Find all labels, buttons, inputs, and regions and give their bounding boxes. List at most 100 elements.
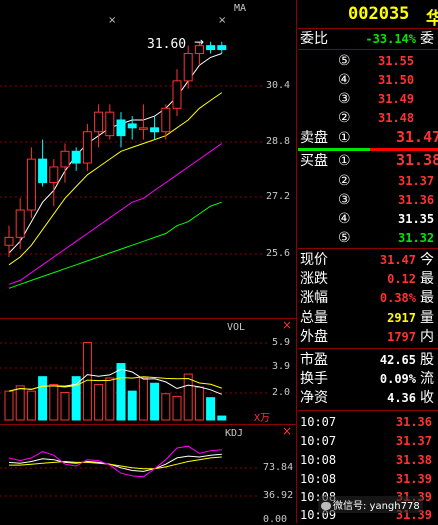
candle-body — [94, 111, 104, 133]
candle-body — [71, 150, 81, 164]
buy-price[interactable]: 31.36 — [398, 191, 438, 209]
volume-bar — [150, 382, 160, 421]
volume-bar — [116, 363, 126, 421]
volume-bar — [94, 384, 104, 421]
stat-value: 4.36 — [387, 391, 416, 405]
volume-bar — [26, 390, 36, 421]
price-axis-tick: 28.8 — [266, 136, 291, 147]
level-index: ③ — [338, 91, 351, 107]
close-icon[interactable]: × — [108, 15, 116, 26]
stat-value: 1797 — [387, 330, 416, 344]
volume-bar — [105, 377, 115, 421]
volume-bar — [38, 376, 48, 421]
vol-axis-tick: 5.9 — [272, 337, 291, 348]
sell-price[interactable]: 31.55 — [378, 52, 438, 70]
close-icon[interactable]: × — [282, 424, 292, 438]
candle-body — [60, 150, 70, 168]
sell-price[interactable]: 31.48 — [378, 109, 438, 127]
candle-body — [4, 236, 14, 246]
buy-price[interactable]: 31.37 — [398, 172, 438, 190]
stat-cut: 最 — [420, 290, 434, 306]
webi-label: 委比 — [300, 31, 328, 47]
sell-price[interactable]: 31.50 — [378, 71, 438, 89]
candle-body — [105, 111, 115, 137]
buy-price[interactable]: 31.32 — [398, 229, 438, 247]
kdj-axis-tick: 0.00 — [263, 514, 288, 525]
level-index: ② — [338, 173, 351, 189]
level-index: ⑤ — [338, 53, 351, 69]
stat-cut: 股 — [420, 352, 434, 368]
volume-bar — [206, 397, 216, 421]
buy-sell-bar-green — [298, 148, 370, 151]
stat-value: 0.38% — [379, 291, 416, 305]
candlestick-chart[interactable] — [0, 0, 296, 523]
volume-bar — [217, 415, 227, 421]
candle-body — [116, 119, 126, 137]
level-index: ③ — [338, 192, 351, 208]
stat-label: 市盈 — [300, 352, 328, 368]
close-icon[interactable]: × — [218, 15, 226, 26]
vol-label: VOL — [227, 322, 246, 333]
candle-body — [49, 166, 59, 184]
price-axis-tick: 25.6 — [266, 248, 291, 259]
stat-value: 0.09% — [379, 372, 416, 386]
stat-label: 现价 — [300, 252, 328, 268]
candle-body — [138, 127, 148, 130]
panel-divider — [0, 318, 296, 319]
stat-value: 0.12 — [387, 272, 416, 286]
panel-divider — [0, 424, 296, 425]
buy-price[interactable]: 31.35 — [398, 210, 438, 228]
watermark: 微信号: yangh778 — [318, 496, 423, 513]
stat-label: 净资 — [300, 390, 328, 406]
candle-body — [172, 80, 182, 109]
stat-value: 42.65 — [379, 353, 416, 367]
sell-price-best[interactable]: 31.47 — [396, 128, 438, 146]
buy-price-best[interactable]: 31.38 — [396, 151, 438, 169]
tick-time: 10:08 — [300, 472, 337, 486]
tick-time: 10:08 — [300, 453, 337, 467]
candle-body — [82, 131, 92, 164]
stat-label: 换手 — [300, 371, 328, 387]
stat-label: 外盘 — [300, 329, 328, 345]
tick-time: 10:07 — [300, 415, 337, 429]
divider — [298, 28, 438, 29]
candle-body — [217, 45, 227, 51]
webi-cut: 委 — [420, 31, 434, 47]
candle-body — [26, 158, 36, 211]
stat-cut: 最 — [420, 271, 434, 287]
candle-body — [127, 123, 137, 129]
kdj-axis-tick: 73.84 — [263, 462, 294, 473]
close-icon[interactable]: × — [282, 318, 292, 332]
panel-divider — [296, 0, 297, 523]
stat-value: 31.47 — [379, 253, 416, 267]
tick-price: 31.38 — [395, 453, 432, 467]
volume-bar — [194, 386, 204, 421]
vol-axis-tick: 3.9 — [272, 361, 291, 372]
volume-bar — [60, 391, 70, 421]
wechat-icon — [321, 502, 331, 510]
candle-body — [150, 127, 160, 133]
divider — [298, 348, 438, 349]
level-index: ④ — [338, 211, 351, 227]
sell-price[interactable]: 31.49 — [378, 90, 438, 108]
buy-header: 买盘 — [300, 153, 328, 169]
volume-bar — [71, 376, 81, 421]
tick-price: 31.37 — [395, 434, 432, 448]
divider — [298, 410, 438, 411]
ma-line-white — [8, 53, 222, 254]
quote-panel: 002035 华 委比 -33.14% 委 ⑤ 31.55 ④ 31.50 ③ … — [298, 0, 438, 523]
price-axis-tick: 27.2 — [266, 191, 291, 202]
tick-time: 10:07 — [300, 434, 337, 448]
price-annotation: 31.60 — [147, 37, 187, 52]
vol-unit: X万 — [254, 413, 271, 424]
candle-body — [161, 107, 171, 133]
stat-label: 总量 — [300, 310, 328, 326]
volume-bar — [183, 373, 193, 421]
tick-price: 31.39 — [395, 472, 432, 486]
volume-bar — [161, 393, 171, 421]
stat-cut: 收 — [420, 390, 434, 406]
vol-axis-tick: 2.0 — [272, 387, 291, 398]
candle-body — [15, 209, 25, 238]
ma-line-green — [8, 201, 222, 289]
stat-cut: 流 — [420, 371, 434, 387]
